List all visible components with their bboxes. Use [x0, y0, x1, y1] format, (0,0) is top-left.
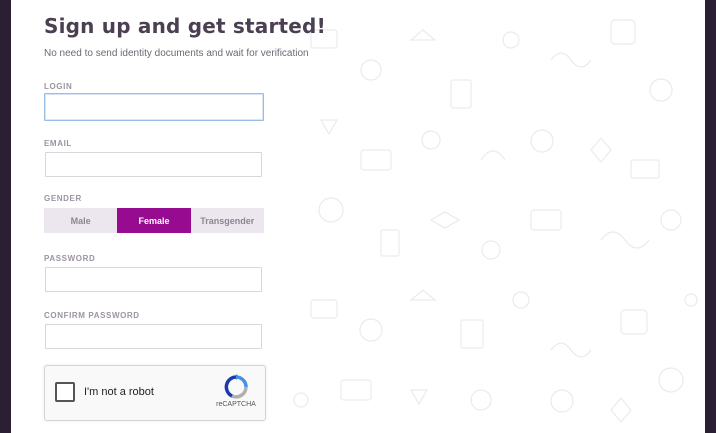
email-input[interactable] [45, 152, 262, 177]
recaptcha-widget: I'm not a robot reCAPTCHA [44, 365, 266, 421]
signup-panel: Sign up and get started! No need to send… [11, 0, 705, 433]
gender-selector: Male Female Transgender [44, 208, 264, 233]
login-input[interactable] [44, 93, 264, 121]
recaptcha-brand: reCAPTCHA [216, 401, 256, 408]
page-title: Sign up and get started! [44, 14, 326, 38]
recaptcha-logo-icon [224, 374, 248, 399]
confirm-password-input[interactable] [45, 324, 262, 349]
email-label: EMAIL [44, 139, 72, 148]
password-label: PASSWORD [44, 254, 96, 263]
gender-label: GENDER [44, 194, 82, 203]
password-input[interactable] [45, 267, 262, 292]
confirm-password-label: CONFIRM PASSWORD [44, 311, 140, 320]
recaptcha-label: I'm not a robot [84, 386, 154, 398]
page-subtitle: No need to send identity documents and w… [44, 48, 309, 59]
login-label: LOGIN [44, 82, 73, 91]
gender-male-button[interactable]: Male [44, 208, 118, 233]
recaptcha-checkbox[interactable] [55, 382, 75, 402]
gender-transgender-button[interactable]: Transgender [190, 208, 264, 233]
gender-female-button[interactable]: Female [117, 208, 191, 233]
